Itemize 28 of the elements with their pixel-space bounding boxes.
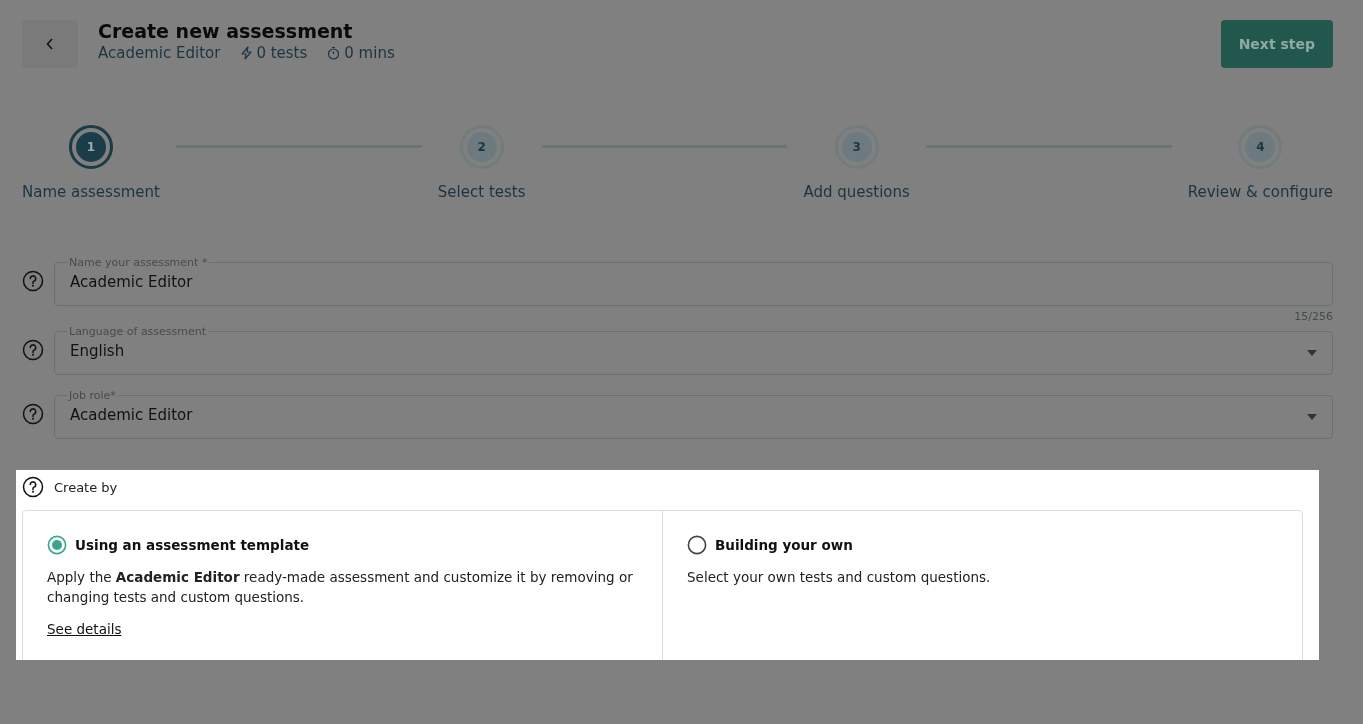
option-description: Select your own tests and custom questions. <box>687 568 992 587</box>
chevron-left-icon <box>46 38 54 50</box>
option-title: Building your own <box>715 537 853 553</box>
radio-button[interactable] <box>687 535 707 555</box>
step-indicator: 3 <box>834 125 879 169</box>
see-details-link[interactable]: See details <box>47 621 122 637</box>
radio-button[interactable] <box>47 535 67 555</box>
lightning-icon <box>240 46 253 60</box>
help-icon[interactable] <box>22 476 44 498</box>
option-title: Using an assessment template <box>75 537 310 553</box>
section-label: Create by <box>54 479 118 495</box>
stopwatch-icon <box>327 46 341 60</box>
option-description: Apply the Academic Editor ready-made assessment and customize it by removing or changing tests and custom questions. <box>47 568 634 607</box>
step-indicator: 2 <box>459 125 504 169</box>
step-label: Name assessment <box>22 183 160 201</box>
dropdown-caret-icon <box>1307 414 1317 420</box>
step-indicator: 4 <box>1238 125 1283 169</box>
dropdown-caret-icon <box>1307 350 1317 356</box>
character-counter: 15/256 <box>1294 310 1333 323</box>
assessment-subtitle: Academic Editor <box>98 44 221 62</box>
step-indicator: 1 <box>68 125 113 169</box>
page-title: Create new assessment <box>98 20 354 42</box>
step-label: Review & configure <box>1187 183 1333 201</box>
next-step-button[interactable]: Next step <box>1220 20 1333 68</box>
duration: 0 mins <box>344 44 395 62</box>
tests-count: 0 tests <box>256 44 308 62</box>
step-label: Select tests <box>437 183 526 201</box>
step-label: Add questions <box>803 183 910 201</box>
